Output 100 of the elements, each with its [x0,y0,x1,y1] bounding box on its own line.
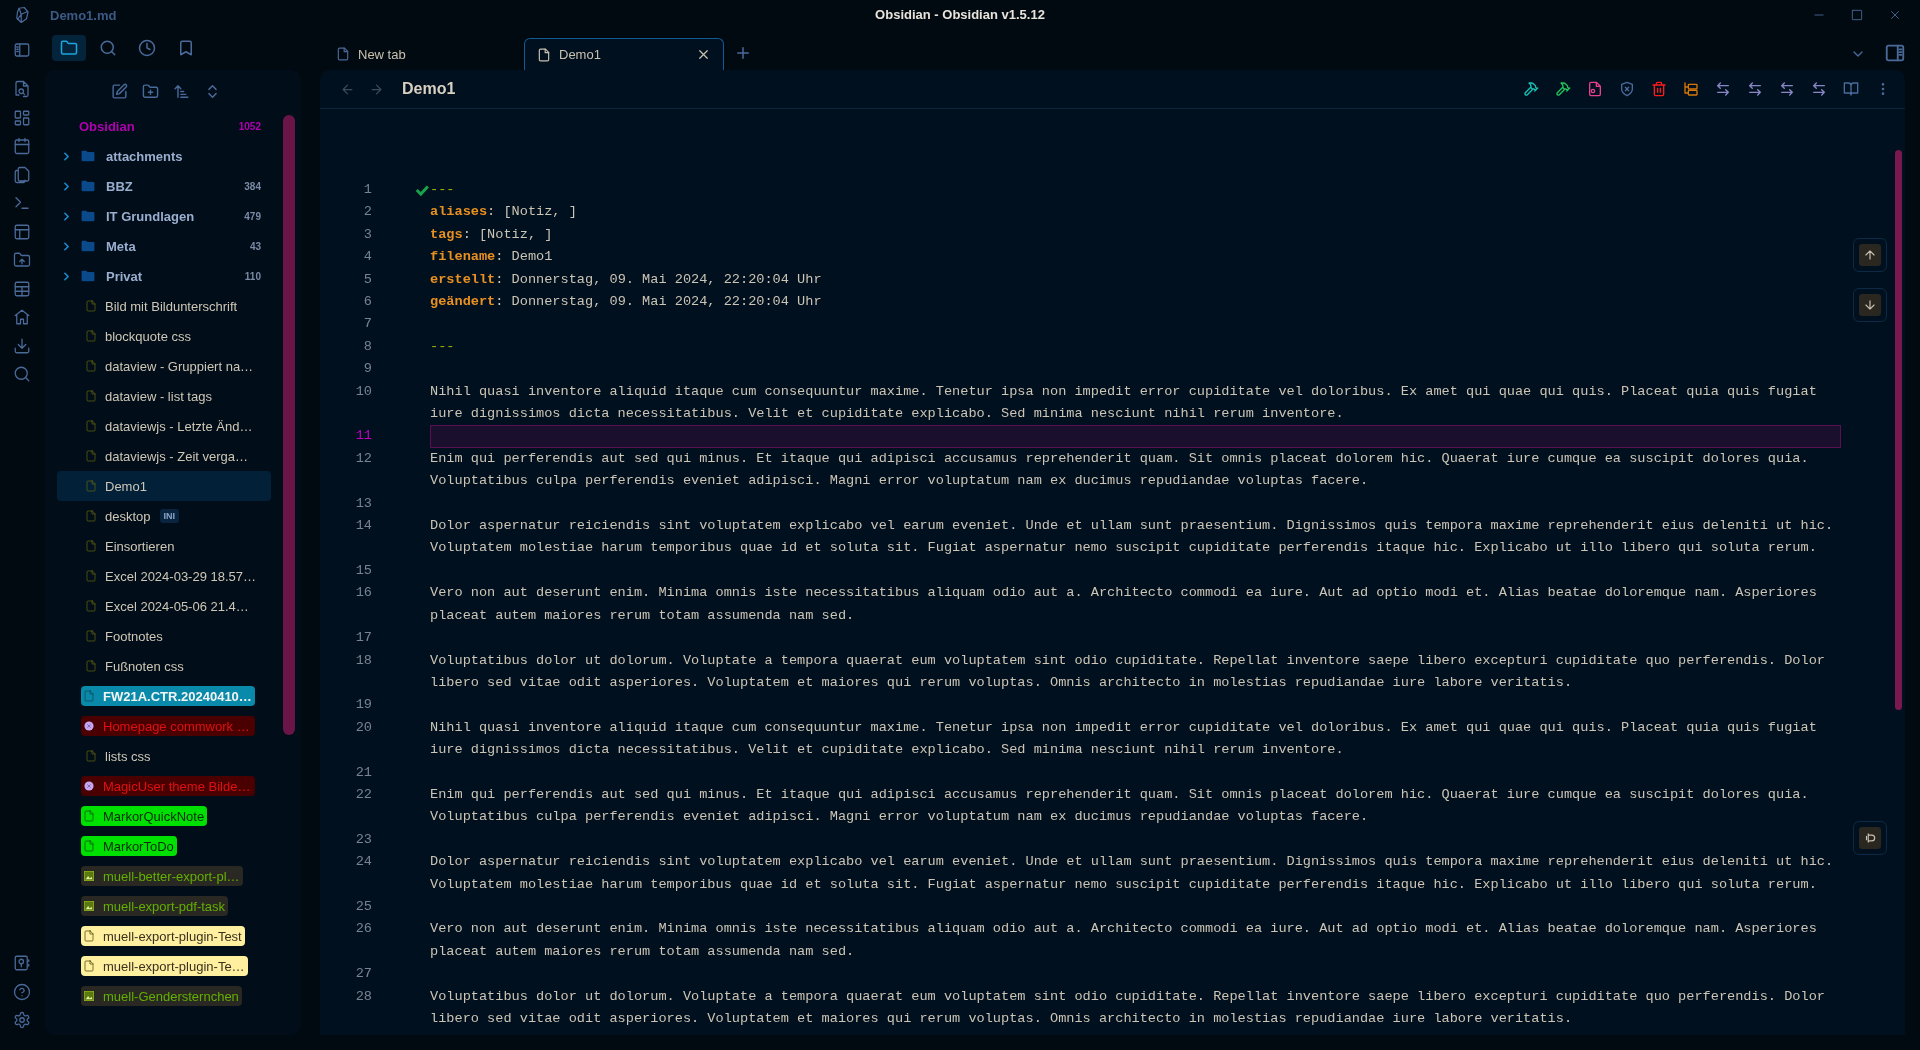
vault-icon[interactable] [13,954,31,972]
folder-item[interactable]: attachments [60,148,183,164]
folder-tree-icon[interactable] [1683,81,1699,97]
file-search-icon[interactable] [13,80,31,98]
swap-arrows-icon[interactable] [1811,81,1827,97]
line-number: 13 [354,494,372,513]
line-number: 4 [362,248,372,267]
close-icon[interactable] [696,47,711,62]
paragraph-text: Dolor aspernatur reiciendis sint voluptatem explicabo vel earum eveniet. Unde et ullam sunt praesentium. Dignissimos quis tempora maxime reprehenderit eius deleniti ut hic. Voluptatem molestiae harum temporibus quae id et soluta sit. Fugiat aspernatur nemo suscipit cupiditate perferendis itaque hic. Explicabo ut illo libero qui soluta rerum. [430,853,1835,894]
forward-arrow-icon[interactable] [369,81,384,97]
line-number: 7 [362,315,372,334]
editor-tab[interactable]: Demo1 [524,38,724,70]
files-tab[interactable] [52,34,86,61]
right-sidebar-toggle-icon[interactable] [1884,42,1906,64]
home-icon[interactable] [13,308,31,326]
file-item[interactable]: muell-export-plugin-Te… [81,956,248,976]
file-icon [83,689,95,703]
file-item[interactable]: Demo1 [83,476,150,496]
line-number: 2 [362,203,372,222]
selected-row[interactable]: Demo1 [57,471,271,501]
crystal-logo-icon[interactable] [13,6,31,24]
line-number: 14 [354,517,372,536]
line-number: 5 [362,270,372,289]
window-title: Obsidian - Obsidian v1.5.12 [875,7,1045,22]
file-item[interactable]: muell-Gendersternchen [81,986,242,1006]
file-item[interactable]: FW21A.CTR.20240410… [81,686,255,706]
file-item[interactable]: Bild mit Bildunterschrift [83,296,241,316]
help-icon[interactable] [13,982,31,1001]
file-item[interactable]: dataview - Gruppiert na… [83,356,257,376]
file-icon [83,959,95,973]
line-number: 25 [354,898,372,916]
swap-arrows-icon[interactable] [1747,81,1763,97]
image-icon [84,991,94,1001]
scrollbar-thumb[interactable] [283,115,295,735]
grid-icon[interactable] [13,108,31,127]
file-icon [85,299,97,313]
line-number: 12 [354,449,372,468]
back-arrow-icon[interactable] [340,81,355,97]
folder-item[interactable]: BBZ [60,178,133,194]
floating-button[interactable] [1853,821,1887,855]
file-item[interactable]: Excel 2024-05-06 21.4… [83,596,252,616]
line-number: 3 [362,225,372,244]
file-item[interactable]: dataview - list tags [83,386,215,406]
file-item[interactable]: muell-export-plugin-Test [81,926,245,946]
new-folder-icon[interactable] [142,82,159,100]
file-icon [85,539,97,553]
layout-icon[interactable] [13,222,31,241]
editor-tab[interactable]: New tab [324,38,524,70]
file-icon [85,419,97,433]
file-icon [85,509,97,523]
hammer-icon[interactable] [1555,81,1571,97]
maximize-icon[interactable] [1850,8,1864,22]
swap-arrows-icon[interactable] [1715,81,1731,97]
folder-item[interactable]: IT Grundlagen [60,208,195,224]
table-icon[interactable] [13,279,31,298]
line-number: 21 [354,763,372,782]
file-item[interactable]: blockquote css [83,326,194,346]
file-item[interactable]: Fußnoten css [83,656,187,676]
swap-arrows-icon[interactable] [1779,81,1795,97]
file-icon [85,569,97,583]
hammer-icon[interactable] [1523,81,1539,97]
folder-item[interactable]: Meta [60,238,136,254]
line-number: 8 [362,337,372,356]
search-icon [99,38,117,57]
file-item[interactable]: dataviewjs - Zeit verga… [83,446,252,466]
scrollbar-thumb[interactable] [1895,150,1902,710]
file-item[interactable]: Footnotes [83,626,166,646]
floating-button[interactable] [1853,288,1887,322]
sort-icon[interactable] [173,82,190,100]
settings-icon[interactable] [13,1011,31,1029]
terminal-icon[interactable] [13,194,31,212]
book-icon[interactable] [1843,81,1859,97]
folder-upload-icon[interactable] [13,251,31,269]
folder-item[interactable]: Privat [60,268,143,284]
file-item[interactable]: Einsortieren [83,536,178,556]
trash-icon[interactable] [1651,81,1667,97]
floating-button[interactable] [1853,238,1887,272]
circle-icon [84,721,94,731]
file-item[interactable]: desktop [83,506,154,526]
file-item[interactable]: muell-better-export-pl… [81,866,243,886]
image-icon [84,901,94,911]
file-icon [85,359,97,373]
file-item[interactable]: lists css [83,746,154,766]
download-icon[interactable] [13,336,31,355]
file-icon [336,46,350,62]
shield-icon[interactable] [1619,81,1635,97]
sidebar-toggle-icon[interactable] [13,41,31,59]
search-icon[interactable] [13,365,31,383]
file-item[interactable]: muell-export-pdf-task [81,896,229,916]
new-note-icon[interactable] [111,82,128,100]
copy-icon[interactable] [13,165,31,184]
file-item[interactable]: dataviewjs - Letzte Änd… [83,416,256,436]
file-item[interactable]: Excel 2024-03-29 18.57… [83,566,260,586]
line-number: 26 [354,920,372,939]
file-item[interactable]: MarkorQuickNote [81,806,208,826]
new-tab-icon[interactable] [734,44,752,62]
calendar-icon[interactable] [13,137,31,155]
file-item[interactable]: MarkorToDo [81,836,177,856]
note-count: 384 [244,180,262,192]
frontmatter-delimiter: --- [430,337,456,356]
